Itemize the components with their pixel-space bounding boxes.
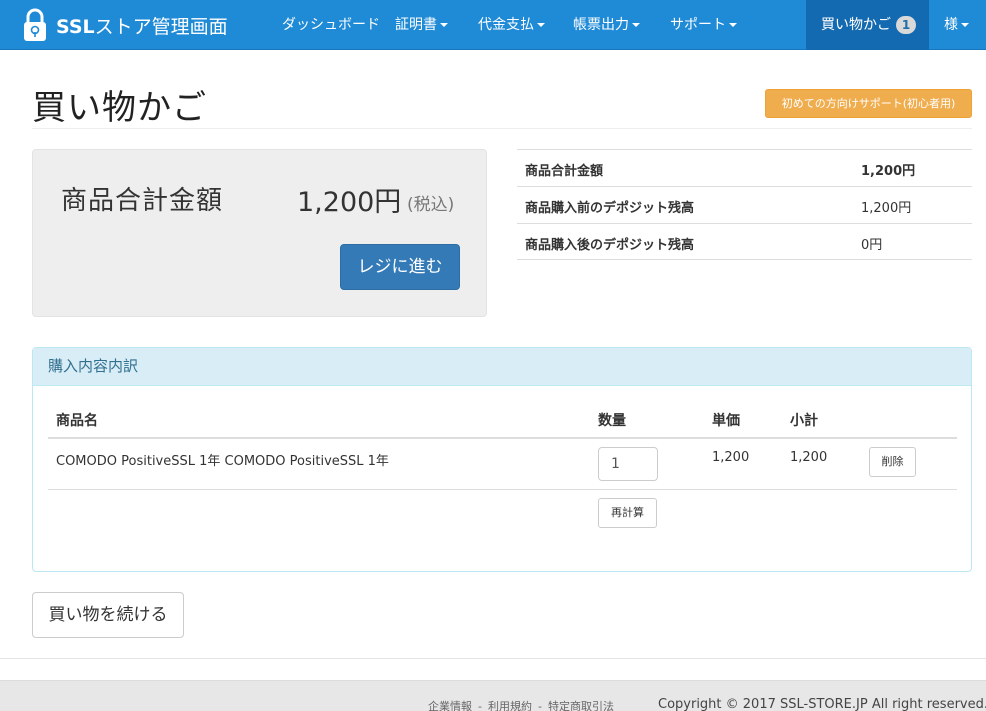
panel-heading: 購入内容内訳 [33, 348, 971, 386]
summary-value: 1,200円 [861, 164, 916, 179]
delete-item-button[interactable]: 削除 [869, 447, 916, 477]
footer-divider [0, 658, 986, 659]
column-header-qty: 数量 [598, 413, 626, 429]
total-amount: 1,200円 [297, 187, 402, 218]
summary-value: 1,200円 [861, 201, 912, 216]
summary-value: 0円 [861, 238, 883, 253]
order-details-panel: 購入内容内訳 商品名 数量 単価 小計 COMODO PositiveSSL 1… [32, 347, 972, 572]
caret-down-icon [729, 23, 737, 27]
tax-note: (税込) [407, 195, 455, 215]
footer: 企業情報 - 利用規約 - 特定商取引法 Copyright © 2017 SSL-ST… [0, 680, 986, 711]
copyright-text: Copyright © 2017 SSL-STORE.JP All right … [658, 697, 986, 711]
nav-user-dropdown[interactable]: 様 [944, 0, 969, 50]
summary-row-deposit-after: 商品購入後のデポジット残高 0円 [517, 223, 972, 260]
nav-dashboard[interactable]: ダッシュボード [282, 0, 380, 50]
nav-payment-dropdown[interactable]: 代金支払 [478, 0, 545, 50]
summary-label: 商品購入後のデポジット残高 [525, 238, 695, 253]
column-header-subtotal: 小計 [790, 413, 818, 429]
footer-link-terms[interactable]: 利用規約 [488, 700, 532, 711]
brand-text: SSLストア管理画面 [56, 15, 228, 38]
footer-links: 企業情報 - 利用規約 - 特定商取引法 [428, 698, 614, 711]
padlock-icon [24, 8, 46, 41]
total-label: 商品合計金額 [61, 186, 224, 216]
caret-down-icon [961, 23, 969, 27]
beginner-support-button[interactable]: 初めての方向けサポート(初心者用) [765, 89, 972, 118]
column-header-name: 商品名 [56, 413, 98, 429]
page-title: 買い物かご [32, 88, 207, 128]
checkout-button[interactable]: レジに進む [340, 244, 460, 290]
brand-logo[interactable]: SSLストア管理画面 [22, 0, 228, 50]
quantity-input[interactable] [598, 447, 658, 481]
continue-shopping-button[interactable]: 買い物を続ける [32, 592, 184, 638]
total-box: 商品合計金額 1,200円 (税込) レジに進む [32, 149, 487, 317]
table-header-divider [48, 437, 957, 439]
table-row-divider [48, 489, 957, 490]
footer-link-commerce-law[interactable]: 特定商取引法 [548, 700, 614, 711]
item-name: COMODO PositiveSSL 1年 COMODO PositiveSSL… [56, 454, 389, 469]
caret-down-icon [440, 23, 448, 27]
nav-certificates-dropdown[interactable]: 証明書 [395, 0, 448, 50]
top-navbar: SSLストア管理画面 ダッシュボード 証明書 代金支払 帳票出力 サポート 買い… [0, 0, 986, 50]
summary-row-deposit-before: 商品購入前のデポジット残高 1,200円 [517, 186, 972, 223]
deposit-summary-table: 商品合計金額 1,200円 商品購入前のデポジット残高 1,200円 商品購入後… [517, 149, 972, 260]
nav-cart[interactable]: 買い物かご 1 [806, 0, 929, 50]
item-unit-price: 1,200 [712, 450, 750, 465]
footer-link-company[interactable]: 企業情報 [428, 700, 472, 711]
footer-separator: - [537, 700, 542, 711]
cart-label: 買い物かご [821, 17, 891, 33]
summary-label: 商品合計金額 [525, 164, 604, 179]
nav-support-dropdown[interactable]: サポート [670, 0, 737, 50]
header-divider [32, 128, 972, 129]
nav-reports-dropdown[interactable]: 帳票出力 [573, 0, 640, 50]
item-subtotal: 1,200 [790, 450, 828, 465]
recalculate-button[interactable]: 再計算 [598, 498, 657, 528]
caret-down-icon [632, 23, 640, 27]
summary-label: 商品購入前のデポジット残高 [525, 201, 695, 216]
summary-row-total: 商品合計金額 1,200円 [517, 149, 972, 186]
footer-separator: - [478, 700, 482, 711]
column-header-unit-price: 単価 [712, 413, 740, 429]
cart-count-badge: 1 [896, 16, 916, 34]
caret-down-icon [537, 23, 545, 27]
